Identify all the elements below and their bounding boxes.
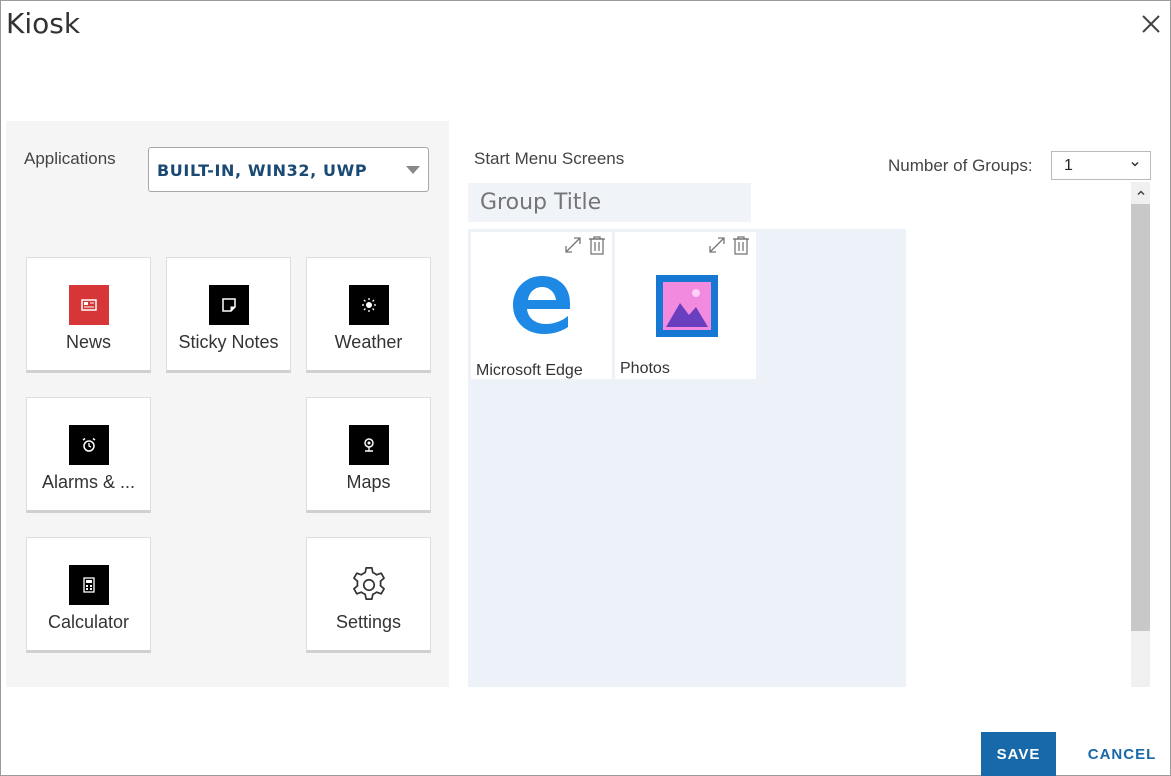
vertical-scrollbar[interactable]: [1131, 182, 1150, 687]
maps-icon: [349, 425, 389, 465]
close-icon: [1142, 15, 1160, 33]
gear-icon: [349, 565, 389, 605]
sticky-notes-icon: [209, 285, 249, 325]
alarm-clock-icon: [69, 425, 109, 465]
app-tile-calculator[interactable]: Calculator: [26, 537, 151, 653]
app-tile-label: Calculator: [47, 612, 130, 632]
chevron-down-icon: [1130, 158, 1140, 172]
weather-icon: [349, 285, 389, 325]
pinned-app-photos[interactable]: Photos: [615, 232, 756, 379]
app-tile-label: News: [65, 332, 111, 352]
edge-icon: [509, 272, 575, 338]
photos-icon: [656, 275, 718, 337]
app-tile-alarms[interactable]: Alarms & ...: [26, 397, 151, 513]
trash-icon[interactable]: [730, 234, 752, 256]
dropdown-caret-icon: [406, 166, 420, 174]
app-tile-settings[interactable]: Settings: [306, 537, 431, 653]
application-type-value: BUILT-IN, WIN32, UWP: [157, 161, 368, 180]
kiosk-dialog: Kiosk Applications BUILT-IN, WIN32, UWP …: [0, 0, 1171, 776]
pinned-app-label: Photos: [620, 360, 670, 377]
close-button[interactable]: [1136, 9, 1166, 39]
expand-icon[interactable]: [706, 234, 728, 256]
calculator-icon: [69, 565, 109, 605]
app-tile-label: Alarms & ...: [41, 472, 135, 492]
cancel-button[interactable]: CANCEL: [1078, 732, 1166, 776]
app-tile-label: Maps: [346, 472, 391, 492]
start-menu-screens-label: Start Menu Screens: [474, 149, 625, 168]
app-tile-label: Weather: [334, 332, 403, 352]
scroll-up-icon[interactable]: [1131, 182, 1150, 204]
expand-icon[interactable]: [562, 234, 584, 256]
trash-icon[interactable]: [586, 234, 608, 256]
application-type-select[interactable]: BUILT-IN, WIN32, UWP: [148, 147, 429, 192]
app-tile-news[interactable]: News: [26, 257, 151, 373]
news-icon: [69, 285, 109, 325]
app-tile-weather[interactable]: Weather: [306, 257, 431, 373]
app-tile-label: Sticky Notes: [178, 332, 279, 352]
number-of-groups-select[interactable]: 1: [1051, 151, 1151, 180]
applications-label: Applications: [24, 149, 116, 168]
applications-panel: Applications BUILT-IN, WIN32, UWP News S…: [6, 121, 449, 687]
save-button[interactable]: SAVE: [981, 732, 1056, 776]
pinned-app-microsoft-edge[interactable]: Microsoft Edge: [471, 232, 612, 379]
app-tile-sticky-notes[interactable]: Sticky Notes: [166, 257, 291, 373]
app-tile-maps[interactable]: Maps: [306, 397, 431, 513]
pinned-app-label: Microsoft Edge: [476, 362, 583, 379]
app-tile-label: Settings: [335, 612, 402, 632]
dialog-title: Kiosk: [6, 7, 81, 40]
group-drop-area[interactable]: Microsoft Edge Photos: [468, 229, 906, 687]
number-of-groups-label: Number of Groups:: [888, 156, 1033, 175]
number-of-groups-value: 1: [1064, 157, 1073, 174]
scroll-thumb[interactable]: [1131, 204, 1150, 631]
group-title-input[interactable]: [468, 183, 751, 222]
